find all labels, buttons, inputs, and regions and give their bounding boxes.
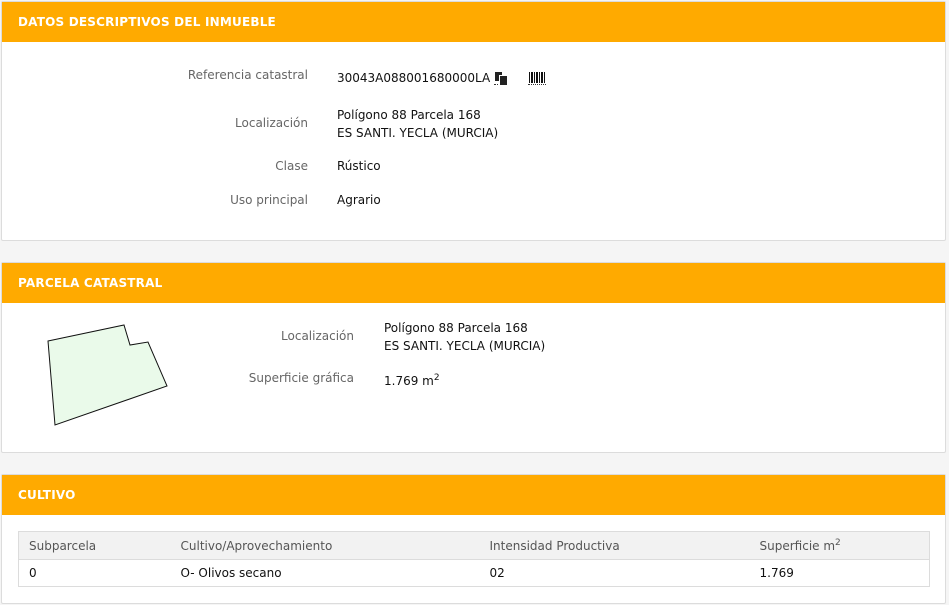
loc-line2: ES SANTI. YECLA (MURCIA) [337, 126, 499, 140]
cultivo-panel: CULTIVO Subparcela Cultivo/Aprovechamien… [1, 474, 946, 604]
barcode-icon[interactable] [528, 71, 547, 85]
table-header-row: Subparcela Cultivo/Aprovechamiento Inten… [18, 531, 930, 560]
table-row: 0 O- Olivos secano 02 1.769 [19, 560, 930, 587]
cultivo-table: Subparcela Cultivo/Aprovechamiento Inten… [18, 531, 930, 587]
uso-value: Agrario [337, 193, 381, 207]
th-subparcela: Subparcela [18, 531, 171, 560]
panel-title-datos: DATOS DESCRIPTIVOS DEL INMUEBLE [2, 2, 945, 42]
superficie-value: 1.769 m2 [384, 369, 440, 390]
ref-value: 30043A088001680000LA [337, 71, 491, 85]
datos-descriptivos-panel: DATOS DESCRIPTIVOS DEL INMUEBLE Referenc… [1, 1, 946, 241]
th-superficie-exp: 2 [835, 538, 841, 548]
parcela-loc-value: Polígono 88 Parcela 168 ES SANTI. YECLA … [384, 319, 545, 355]
loc-value: Polígono 88 Parcela 168 ES SANTI. YECLA … [337, 106, 498, 142]
th-cultivo: Cultivo/Aprovechamiento [170, 531, 480, 560]
parcel-polygon [47, 324, 168, 426]
parcel-shape [47, 324, 168, 426]
cell-superficie: 1.769 [759, 566, 794, 580]
loc-label: Localización [235, 116, 308, 130]
th-intensidad: Intensidad Productiva [479, 531, 750, 560]
copy-icon[interactable] [494, 71, 509, 86]
superficie-exp: 2 [433, 373, 440, 383]
superficie-label: Superficie gráfica [248, 371, 354, 385]
cell-cultivo: O- Olivos secano [180, 566, 282, 580]
ref-label: Referencia catastral [187, 68, 308, 82]
loc-line1: Polígono 88 Parcela 168 [337, 108, 481, 122]
ref-value-wrap: 30043A088001680000LA [337, 69, 547, 87]
clase-label: Clase [275, 159, 308, 173]
cell-subparcela: 0 [29, 566, 37, 580]
th-superficie-text: Superficie m [759, 539, 836, 553]
parcela-loc-line2: ES SANTI. YECLA (MURCIA) [384, 339, 546, 353]
panel-title-cultivo: CULTIVO [2, 475, 945, 515]
th-superficie: Superficie m2 [749, 531, 930, 560]
panel-title-parcela: PARCELA CATASTRAL [2, 263, 945, 303]
cell-intensidad: 02 [489, 566, 505, 580]
parcela-loc-label: Localización [281, 329, 354, 343]
parcela-catastral-panel: PARCELA CATASTRAL Localización Polígono … [1, 262, 946, 453]
superficie-number: 1.769 m [384, 374, 434, 388]
uso-label: Uso principal [230, 193, 308, 207]
clase-value: Rústico [337, 159, 381, 173]
parcela-loc-line1: Polígono 88 Parcela 168 [384, 321, 528, 335]
